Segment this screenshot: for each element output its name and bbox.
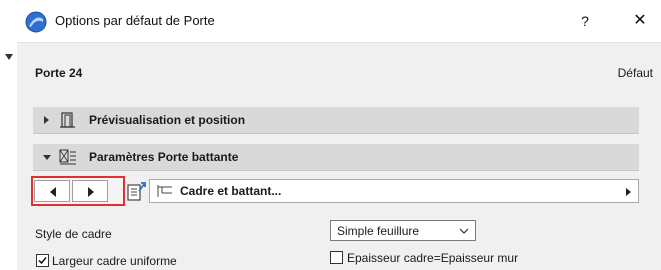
title-bar: Options par défaut de Porte ? ✕ [17, 0, 661, 43]
expand-arrow-icon [44, 116, 49, 124]
close-button[interactable]: ✕ [625, 6, 655, 36]
export-settings-icon[interactable] [125, 179, 149, 203]
frame-sash-icon [157, 185, 172, 197]
triangle-right-icon [88, 187, 94, 197]
default-label: Défaut [617, 66, 653, 80]
triangle-left-icon [50, 187, 56, 197]
panel-door-parameters-header[interactable]: Paramètres Porte battante [33, 144, 639, 171]
collapse-arrow-icon [43, 155, 51, 160]
left-margin [0, 0, 17, 270]
help-button[interactable]: ? [570, 6, 600, 36]
uniform-width-checkbox[interactable] [36, 254, 49, 267]
panel-label: Paramètres Porte battante [89, 150, 239, 164]
triangle-right-icon [626, 188, 631, 196]
previous-page-button[interactable] [34, 180, 70, 202]
frame-thickness-checkbox[interactable] [330, 251, 343, 264]
chevron-down-icon [459, 228, 469, 234]
window-title: Options par défaut de Porte [55, 13, 215, 28]
archicad-logo-icon [25, 11, 47, 33]
frame-style-select[interactable]: Simple feuillure [330, 220, 476, 241]
object-name: Porte 24 [35, 66, 83, 80]
next-page-button[interactable] [72, 180, 108, 202]
preview-position-icon [60, 112, 75, 128]
page-selector-dropdown[interactable]: Cadre et battant... [149, 179, 639, 203]
uniform-width-label: Largeur cadre uniforme [52, 254, 177, 268]
checkmark-icon [38, 257, 47, 265]
frame-style-label: Style de cadre [35, 227, 112, 241]
frame-thickness-label: Epaisseur cadre=Epaisseur mur [347, 251, 519, 265]
panel-preview-position-header[interactable]: Prévisualisation et position [33, 107, 639, 134]
current-page-label: Cadre et battant... [180, 184, 282, 198]
collapse-marker-icon [5, 54, 13, 60]
frame-style-value: Simple feuillure [337, 224, 420, 238]
door-parameters-icon [59, 149, 76, 165]
panel-label: Prévisualisation et position [89, 113, 246, 127]
door-default-settings-dialog: Options par défaut de Porte ? ✕ Porte 24… [17, 0, 661, 270]
